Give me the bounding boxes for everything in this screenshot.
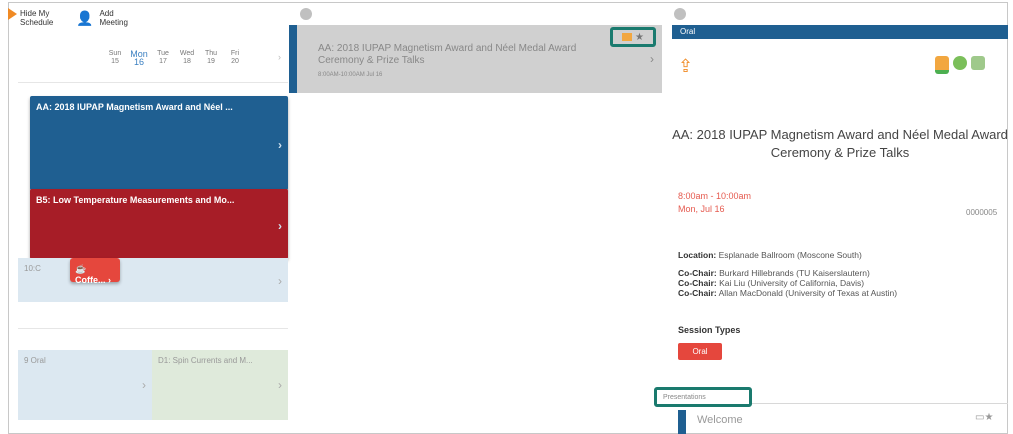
session-date: Mon, Jul 16: [678, 204, 725, 214]
cochair-row: Co-Chair: Kai Liu (University of Califor…: [678, 278, 865, 288]
chevron-right-icon: ›: [278, 138, 282, 152]
cochair-row: Co-Chair: Allan MacDonald (University of…: [678, 288, 898, 298]
grid-line: [18, 328, 288, 329]
day-mon[interactable]: Mon 16: [130, 50, 148, 67]
add-meeting-button[interactable]: Add Meeting: [99, 9, 135, 27]
user-icon[interactable]: 👤: [76, 10, 93, 27]
day-tue[interactable]: Tue 17: [154, 50, 172, 66]
card-accent-strip: [678, 410, 686, 434]
session-details: Location: Esplanade Ballroom (Moscone So…: [678, 250, 1008, 298]
hide-schedule-button[interactable]: Hide My Schedule: [20, 9, 54, 27]
event-title: B5: Low Temperature Measurements and Mo.…: [36, 195, 235, 205]
calendar-check-icon[interactable]: [935, 56, 949, 74]
day-sun[interactable]: Sun 15: [106, 50, 124, 66]
presentations-header[interactable]: Presentations: [654, 387, 752, 407]
star-icon[interactable]: ★: [635, 32, 644, 43]
schedule-toolbar: Hide My Schedule 👤 Add Meeting: [20, 3, 135, 33]
note-star-icons[interactable]: ▭★: [975, 412, 993, 423]
coffee-event-card[interactable]: ☕ Coffe... ›: [70, 258, 120, 285]
chevron-right-icon: ›: [142, 378, 146, 392]
session-title: AA: 2018 IUPAP Magnetism Award and Néel …: [672, 127, 1008, 160]
chevron-right-icon: ›: [278, 378, 282, 392]
close-icon[interactable]: [674, 8, 686, 20]
add-icon[interactable]: [953, 56, 967, 70]
session-type-header: Oral: [672, 25, 1008, 39]
add-note-icon[interactable]: [971, 56, 985, 70]
day-wed[interactable]: Wed 18: [178, 50, 196, 66]
share-icon[interactable]: ⇪: [678, 56, 693, 77]
detail-action-icons: [935, 56, 985, 74]
coffee-icon: ☕: [75, 264, 87, 274]
day-selector: Sun 15 Mon 16 Tue 17 Wed 18 Thu 19 Fri 20: [106, 50, 244, 67]
slot-label: 10:C: [24, 264, 41, 273]
event-card-b5[interactable]: B5: Low Temperature Measurements and Mo.…: [30, 189, 288, 259]
event-card-aa[interactable]: AA: 2018 IUPAP Magnetism Award and Néel …: [30, 96, 288, 190]
session-time-range: 8:00am - 10:00am: [678, 191, 752, 201]
grid-line: [18, 82, 288, 83]
chevron-right-icon: ›: [108, 275, 112, 285]
session-type-oral-tag[interactable]: Oral: [678, 343, 722, 360]
chevron-right-icon: ›: [278, 219, 282, 233]
card-accent-strip: [289, 25, 297, 93]
event-title: AA: 2018 IUPAP Magnetism Award and Néel …: [36, 102, 233, 112]
event-card-oral[interactable]: 9 Oral ›: [18, 350, 152, 420]
event-title: 9 Oral: [24, 356, 46, 365]
card-action-icons: ★: [610, 27, 656, 47]
day-fri[interactable]: Fri 20: [226, 50, 244, 66]
session-summary-time: 8:00AM-10:00AM Jul 16: [318, 72, 383, 78]
location-row: Location: Esplanade Ballroom (Moscone So…: [678, 250, 862, 260]
collapse-arrow-icon[interactable]: [8, 8, 17, 20]
close-icon[interactable]: [300, 8, 312, 20]
session-number: 0000005: [966, 208, 998, 217]
event-title: D1: Spin Currents and M...: [158, 356, 253, 365]
session-summary-title: AA: 2018 IUPAP Magnetism Award and Néel …: [318, 43, 577, 66]
event-card-slot[interactable]: 10:C ›: [18, 258, 288, 302]
presentation-welcome[interactable]: Welcome: [697, 414, 743, 426]
session-types-label: Session Types: [678, 325, 741, 335]
note-icon[interactable]: [622, 33, 633, 41]
session-time: 8:00am - 10:00am Mon, Jul 16: [678, 190, 751, 216]
chevron-right-icon[interactable]: ›: [650, 52, 654, 66]
chevron-right-icon: ›: [278, 274, 282, 288]
cochair-row: Co-Chair: Burkard Hillebrands (TU Kaiser…: [678, 268, 870, 278]
day-thu[interactable]: Thu 19: [202, 50, 220, 66]
event-card-d1[interactable]: D1: Spin Currents and M... ›: [152, 350, 288, 420]
day-next-icon[interactable]: ›: [278, 52, 281, 62]
